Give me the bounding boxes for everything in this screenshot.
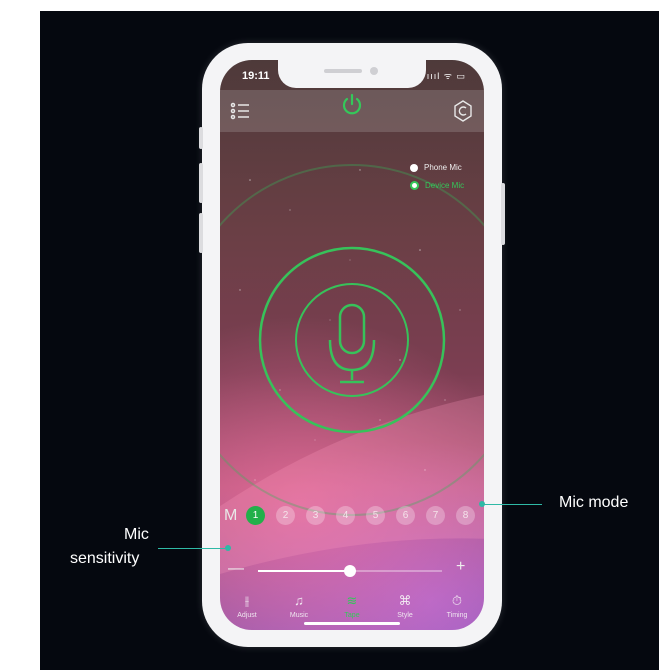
slider-thumb[interactable] xyxy=(344,565,356,577)
tab-tape[interactable]: ≋ Tape xyxy=(329,592,375,619)
volume-up-button xyxy=(199,163,203,203)
microphone-icon[interactable] xyxy=(328,303,376,384)
mic-mode-selector: M 1 2 3 4 5 6 7 8 xyxy=(220,506,484,528)
sensitivity-decrease-button[interactable]: — xyxy=(228,560,244,578)
mode-7[interactable]: 7 xyxy=(426,506,445,525)
mute-switch xyxy=(199,127,203,149)
power-icon[interactable] xyxy=(340,93,364,117)
starfield xyxy=(220,164,484,574)
mic-sensitivity-annotation-line2: sensitivity xyxy=(70,550,140,567)
mode-8[interactable]: 8 xyxy=(456,506,475,525)
tab-style[interactable]: ⌘ Style xyxy=(382,592,428,619)
mic-sensitivity-annotation-line1: Mic xyxy=(124,526,149,543)
mic-sensitivity-pointer-dot xyxy=(225,545,231,551)
phone-mic-option[interactable]: Phone Mic xyxy=(410,163,462,172)
mic-mode-annotation: Mic mode xyxy=(559,494,629,511)
mode-label: M xyxy=(224,507,238,524)
volume-down-button xyxy=(199,213,203,253)
mode-6[interactable]: 6 xyxy=(396,506,415,525)
device-mic-option[interactable]: Device Mic xyxy=(410,181,464,191)
power-side-button xyxy=(501,183,505,245)
phone-notch xyxy=(278,60,426,88)
sensitivity-slider[interactable] xyxy=(258,565,442,577)
mode-3[interactable]: 3 xyxy=(306,506,325,525)
phone-frame: 19:11 ıııl ᯤ ▭ Phone Mic Device Mic M 1 … xyxy=(199,43,505,647)
status-icons: ıııl ᯤ ▭ xyxy=(426,71,466,81)
command-icon: ⌘ xyxy=(398,593,412,608)
speaker-grille xyxy=(324,69,362,73)
slider-fill xyxy=(258,570,350,572)
music-note-icon: ♫ xyxy=(294,593,304,608)
mode-1[interactable]: 1 xyxy=(246,506,265,525)
stage-background: 19:11 ıııl ᯤ ▭ Phone Mic Device Mic M 1 … xyxy=(40,11,659,670)
timer-icon: ⏱ xyxy=(451,593,463,608)
tape-icon: ≋ xyxy=(346,593,358,608)
app-screen: 19:11 ıııl ᯤ ▭ Phone Mic Device Mic M 1 … xyxy=(220,60,484,630)
status-time: 19:11 xyxy=(242,70,270,82)
menu-list-icon[interactable] xyxy=(230,102,250,120)
mode-5[interactable]: 5 xyxy=(366,506,385,525)
tab-music[interactable]: ♫ Music xyxy=(276,592,322,619)
mic-sensitivity-pointer-line xyxy=(158,548,226,549)
middle-ring xyxy=(258,246,446,434)
tab-timing[interactable]: ⏱ Timing xyxy=(434,592,480,619)
mode-4[interactable]: 4 xyxy=(336,506,355,525)
front-camera xyxy=(370,67,378,75)
mic-mode-pointer-line xyxy=(482,504,542,505)
radio-unselected xyxy=(410,163,418,172)
radio-selected xyxy=(410,181,419,191)
tab-adjust[interactable]: ⫲ Adjust xyxy=(224,592,270,619)
top-bar xyxy=(220,90,484,132)
settings-gear-icon[interactable] xyxy=(452,100,474,122)
home-indicator xyxy=(304,622,400,625)
sliders-icon: ⫲ xyxy=(244,593,250,608)
mode-2[interactable]: 2 xyxy=(276,506,295,525)
sensitivity-increase-button[interactable]: + xyxy=(456,558,465,576)
